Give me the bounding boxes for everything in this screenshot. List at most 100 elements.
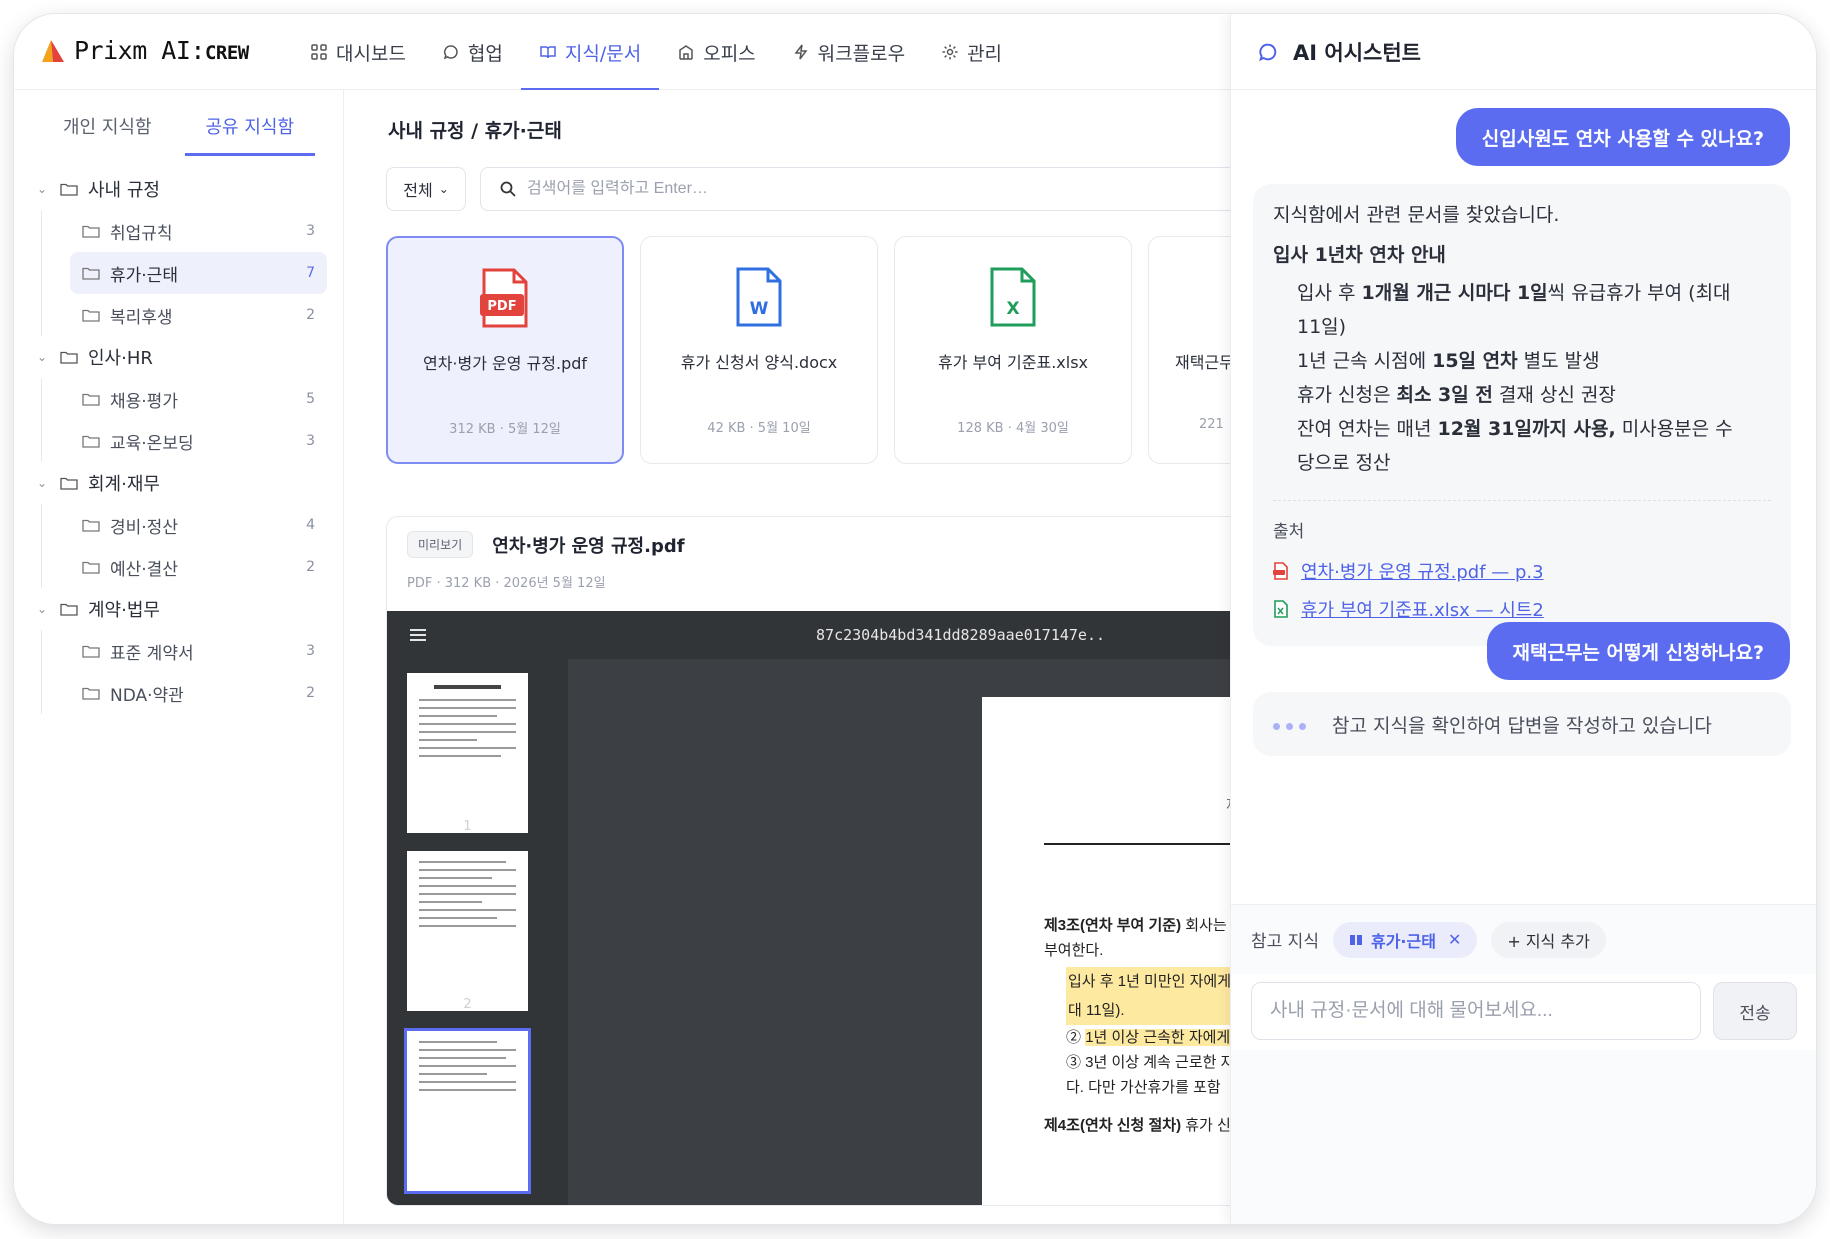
highlight-clause-1: 입사 후 1년 미만인 자에게 대 11일). [1066, 967, 1230, 1025]
knowledge-sidebar: 개인 지식함 공유 지식함 ⌄ 사내 규정 취업규칙 3 휴가·근태 7 복리후… [14, 90, 344, 1224]
folder-icon [60, 603, 78, 616]
folder-group-finance[interactable]: ⌄ 회계·재무 [34, 462, 327, 504]
close-icon[interactable]: ✕ [1448, 930, 1461, 949]
clause-2: ② 1년 이상 근속한 자에게 [1066, 1029, 1230, 1046]
tab-personal-knowledge[interactable]: 개인 지식함 [36, 90, 179, 162]
folder-label: 복리후생 [110, 307, 173, 328]
folder-icon [82, 561, 100, 574]
search-input[interactable] [527, 180, 1127, 198]
folder-icon [60, 477, 78, 490]
file-card-selected[interactable]: PDF 연차·병가 운영 규정.pdf 312 KB · 5월 12일 [386, 236, 624, 464]
folder-item[interactable]: 채용·평가 5 [70, 378, 327, 420]
page-thumbnail-selected[interactable] [404, 1028, 531, 1194]
folder-label: NDA·약관 [110, 685, 184, 706]
folder-group-label: 사내 규정 [88, 180, 160, 201]
viewer-toolbar: 87c2304b4bd341dd8289aae017147e.. [387, 611, 1230, 659]
send-button[interactable]: 전송 [1713, 982, 1797, 1040]
chevron-down-icon[interactable]: ⌄ [34, 350, 50, 364]
nav-admin[interactable]: 관리 [923, 14, 1020, 90]
answer-heading: 입사 1년차 연차 안내 [1273, 244, 1446, 266]
preview-header: 미리보기 연차·병가 운영 규정.pdf PDF · 312 KB · 2026… [387, 517, 1230, 613]
composer-background [1231, 1050, 1816, 1224]
tree-guide [41, 504, 42, 588]
folder-group-regulations[interactable]: ⌄ 사내 규정 [34, 168, 327, 210]
nav-label: 관리 [967, 42, 1003, 65]
pdf-file-icon: PDF [480, 268, 528, 328]
nav-label: 오피스 [703, 42, 756, 65]
folder-item-selected[interactable]: 휴가·근태 7 [70, 252, 327, 294]
grid-icon [311, 44, 327, 60]
folder-icon [82, 645, 100, 658]
answer-line: 입사 후 1개월 개근 시마다 1일씩 유급휴가 부여 (최대 11일) [1297, 282, 1731, 338]
folder-icon [82, 393, 100, 406]
add-knowledge-button[interactable]: + 지식 추가 [1491, 921, 1606, 958]
search-box[interactable] [480, 167, 1230, 211]
chevron-down-icon[interactable]: ⌄ [34, 182, 50, 196]
source-link-text[interactable]: 연차·병가 운영 규정.pdf — p.3 [1301, 558, 1544, 584]
menu-icon[interactable] [409, 628, 427, 642]
folder-item[interactable]: NDA·약관 2 [70, 672, 327, 714]
nav-collaboration[interactable]: 협업 [424, 14, 521, 90]
nav-dashboard[interactable]: 대시보드 [292, 14, 424, 90]
page-thumbnail[interactable] [407, 673, 528, 833]
reference-chip-label: 휴가·근태 [1370, 931, 1436, 951]
nav-label: 워크플로우 [817, 42, 906, 65]
page-number: 1 [463, 819, 472, 834]
nav-office[interactable]: 오피스 [659, 14, 773, 90]
folder-label: 표준 계약서 [110, 643, 194, 664]
folder-item[interactable]: 복리후생 2 [70, 294, 327, 336]
nav-knowledge[interactable]: 지식/문서 [520, 14, 660, 91]
main-nav: 대시보드 협업 지식/문서 오피스 워크플로우 관리 [292, 14, 1020, 91]
folder-count: 2 [306, 559, 315, 575]
nav-workflow[interactable]: 워크플로우 [774, 14, 923, 90]
chevron-down-icon[interactable]: ⌄ [34, 602, 50, 616]
source-link[interactable]: 연차·병가 운영 규정.pdf — p.3 [1273, 552, 1771, 590]
file-meta: 128 KB · 4월 30일 [957, 421, 1069, 436]
folder-item[interactable]: 취업규칙 3 [70, 210, 327, 252]
assistant-title: AI 어시스턴트 [1293, 40, 1421, 65]
folder-count: 7 [306, 265, 315, 281]
chevron-down-icon: ⌄ [438, 182, 449, 196]
folder-count: 4 [306, 517, 315, 533]
user-message: 재택근무는 어떻게 신청하나요? [1486, 622, 1790, 680]
folder-icon [82, 519, 100, 532]
article-4-line: 제4조(연차 신청 절차) 휴가 신 [1044, 1117, 1230, 1134]
source-link-text[interactable]: 휴가 부여 기준표.xlsx — 시트2 [1301, 596, 1544, 622]
answer-line: 1년 근속 시점에 15일 연차 별도 발생 [1297, 350, 1600, 372]
folder-item[interactable]: 교육·온보딩 3 [70, 420, 327, 462]
divider [1273, 500, 1771, 501]
folder-label: 채용·평가 [110, 391, 178, 412]
breadcrumb: 사내 규정 / 휴가·근태 [388, 120, 562, 142]
typing-indicator-icon [1273, 713, 1312, 735]
filter-dropdown[interactable]: 전체 ⌄ [386, 167, 466, 211]
typing-text: 참고 지식을 확인하여 답변을 작성하고 있습니다 [1332, 714, 1712, 737]
chat-input[interactable] [1251, 982, 1701, 1040]
folder-item[interactable]: 경비·정산 4 [70, 504, 327, 546]
folder-label: 취업규칙 [110, 223, 173, 244]
logo[interactable]: Prixm AI:CREW [40, 36, 249, 65]
file-card[interactable]: X 휴가 부여 기준표.xlsx 128 KB · 4월 30일 [894, 236, 1132, 464]
book-icon [1349, 934, 1362, 945]
tab-shared-knowledge[interactable]: 공유 지식함 [179, 90, 322, 162]
assistant-message: 지식함에서 관련 문서를 찾았습니다. 입사 1년차 연차 안내 입사 후 1개… [1253, 184, 1791, 646]
folder-item[interactable]: 예산·결산 2 [70, 546, 327, 588]
file-card[interactable]: W 휴가 신청서 양식.docx 42 KB · 5월 10일 [640, 236, 878, 464]
document-preview: 미리보기 연차·병가 운영 규정.pdf PDF · 312 KB · 2026… [386, 516, 1230, 1206]
folder-group-legal[interactable]: ⌄ 계약·법무 [34, 588, 327, 630]
book-open-icon [540, 46, 556, 59]
file-card[interactable]: 재택근무 221 [1148, 236, 1230, 464]
main-content: 사내 규정 / 휴가·근태 전체 ⌄ PDF 연차·병가 운영 규정.pdf 3… [344, 90, 1230, 1224]
folder-group-hr[interactable]: ⌄ 인사·HR [34, 336, 327, 378]
chevron-down-icon[interactable]: ⌄ [34, 476, 50, 490]
nav-label: 대시보드 [336, 42, 406, 65]
reference-chip[interactable]: 휴가·근태 ✕ [1332, 921, 1478, 958]
page-thumbnail[interactable] [407, 851, 528, 1011]
excel-file-icon [1274, 600, 1288, 618]
clause-3-cont: 다. 다만 가산휴가를 포함 [1066, 1079, 1221, 1096]
folder-label: 경비·정산 [110, 517, 178, 538]
reference-knowledge-bar: 참고 지식 휴가·근태 ✕ + 지식 추가 [1231, 904, 1816, 974]
folder-group-label: 인사·HR [88, 348, 153, 369]
folder-item[interactable]: 표준 계약서 3 [70, 630, 327, 672]
chat-bubble-icon [443, 45, 458, 60]
filter-label: 전체 [403, 181, 433, 200]
